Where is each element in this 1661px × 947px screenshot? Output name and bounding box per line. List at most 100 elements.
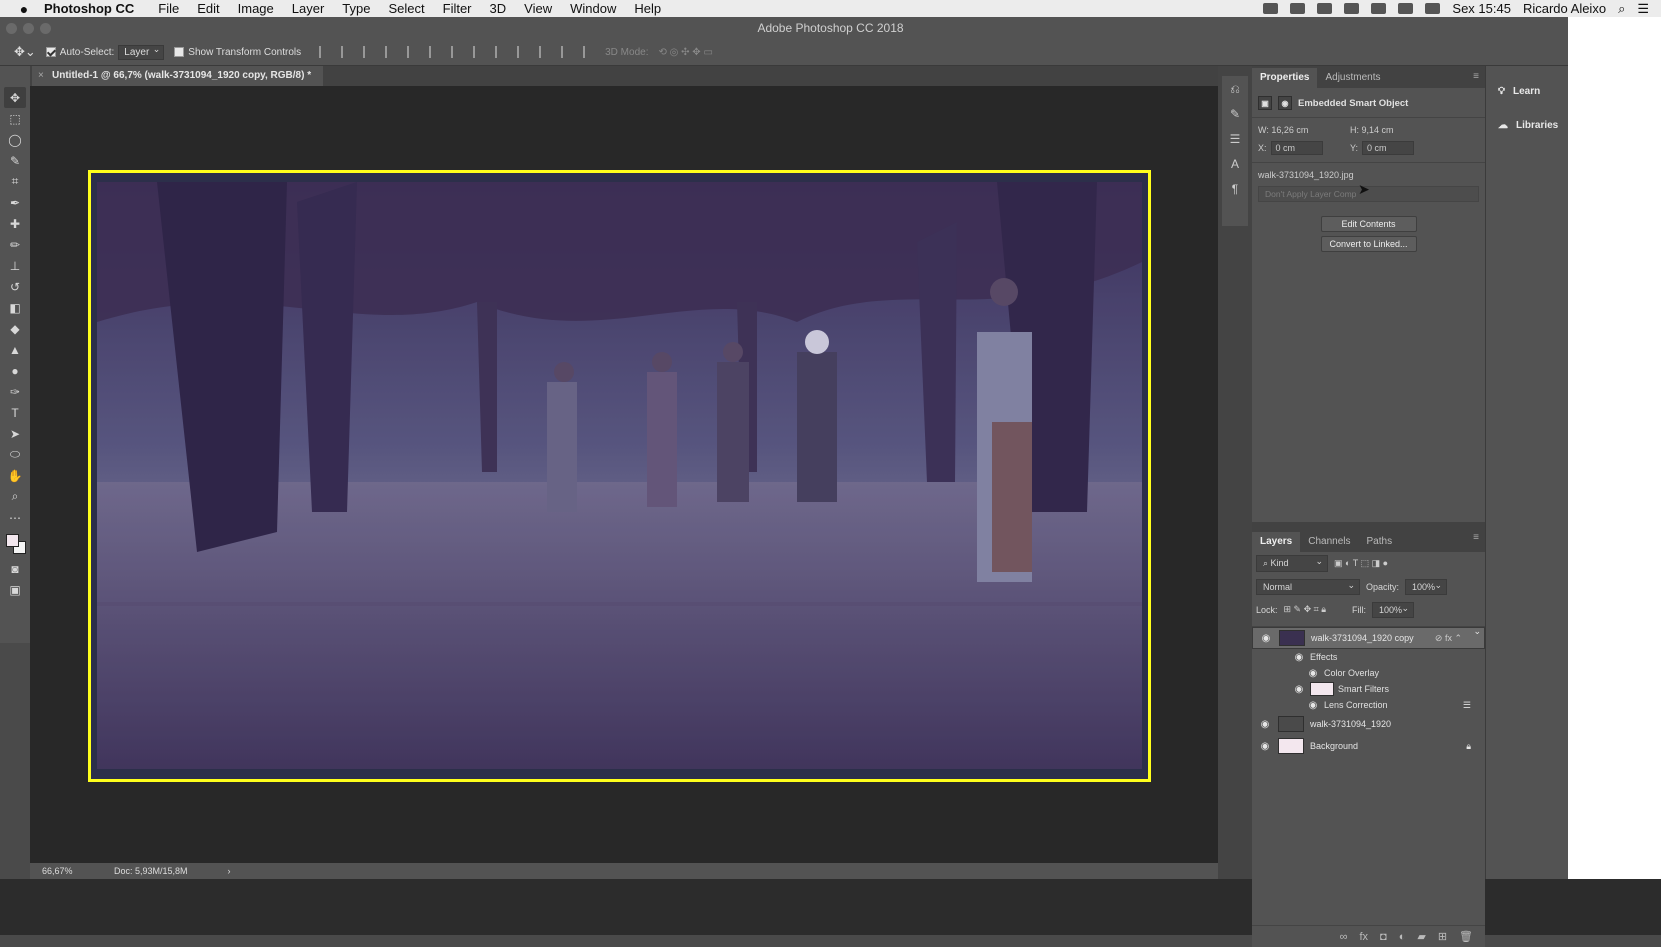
path-selection-tool-icon[interactable]: ➤ (4, 423, 26, 444)
crop-tool-icon[interactable]: ⌗ (4, 171, 26, 192)
lock-icons[interactable]: ⊞ ✎ ✥ ⌗ 🔒︎ (1284, 604, 1326, 615)
auto-align-icon[interactable] (583, 46, 595, 58)
clone-stamp-tool-icon[interactable]: ⊥ (4, 255, 26, 276)
align-right-icon[interactable] (429, 46, 441, 58)
menu-help[interactable]: Help (634, 1, 661, 16)
lock-icon[interactable]: 🔒︎ (1466, 741, 1471, 752)
canvas-area[interactable] (30, 86, 1218, 863)
creative-cloud-icon[interactable] (1344, 3, 1360, 14)
zoom-tool-icon[interactable]: ⌕ (4, 486, 26, 507)
width-value[interactable]: W: 16,26 cm (1258, 125, 1350, 135)
history-brush-tool-icon[interactable]: ↺ (4, 276, 26, 297)
cloud-icon[interactable] (1317, 3, 1333, 14)
lens-correction-eye-icon[interactable]: ◉ (1306, 700, 1320, 711)
close-window-button[interactable] (6, 23, 17, 34)
ellipse-tool-icon[interactable]: ⬭ (4, 444, 26, 465)
mask-icon[interactable]: ◉ (1278, 96, 1292, 110)
menu-image[interactable]: Image (238, 1, 274, 16)
fx-icon[interactable]: fx (1359, 931, 1368, 943)
distribute-bottom-icon[interactable] (495, 46, 507, 58)
menu-layer[interactable]: Layer (292, 1, 325, 16)
align-hcenter-icon[interactable] (407, 46, 419, 58)
move-tool-preset-icon[interactable]: ✥⌄ (14, 44, 36, 60)
volume-icon[interactable] (1398, 3, 1414, 14)
learn-button[interactable]: 💡︎ Learn (1486, 74, 1568, 108)
zoom-window-button[interactable] (40, 23, 51, 34)
more-tools-icon[interactable]: ⋯ (4, 507, 26, 528)
layer-row-copy[interactable]: ◉ walk-3731094_1920 copy ⊘ fx ⌃ (1252, 626, 1485, 649)
layer-row-original[interactable]: ◉ walk-3731094_1920 (1252, 713, 1485, 735)
pen-tool-icon[interactable]: ✑ (4, 381, 26, 402)
new-layer-icon[interactable]: ⊞ (1438, 930, 1447, 943)
new-group-icon[interactable]: ▰ (1417, 930, 1425, 943)
show-transform-checkbox[interactable] (174, 47, 185, 57)
app-menu[interactable]: Photoshop CC (44, 1, 134, 16)
selected-layer-bounds[interactable] (88, 170, 1151, 782)
user-name[interactable]: Ricardo Aleixo (1523, 1, 1606, 16)
menu-window[interactable]: Window (570, 1, 616, 16)
brush-tool-icon[interactable]: ✏ (4, 234, 26, 255)
color-swatches[interactable] (4, 532, 26, 558)
distribute-left-icon[interactable] (517, 46, 529, 58)
distribute-hcenter-icon[interactable] (539, 46, 551, 58)
paragraph-panel-icon[interactable]: ¶ (1232, 182, 1238, 200)
filter-kind-dropdown[interactable]: ⌕ Kind (1256, 555, 1328, 572)
status-app-icon[interactable] (1263, 3, 1279, 14)
opacity-input[interactable]: 100% (1405, 578, 1448, 595)
tab-channels[interactable]: Channels (1300, 532, 1358, 552)
document-tab[interactable]: × Untitled-1 @ 66,7% (walk-3731094_1920 … (32, 66, 324, 86)
menu-filter[interactable]: Filter (443, 1, 472, 16)
align-left-icon[interactable] (385, 46, 397, 58)
align-vcenter-icon[interactable] (341, 46, 353, 58)
status-menu-arrow-icon[interactable]: › (228, 866, 231, 876)
character-panel-icon[interactable]: A (1231, 157, 1239, 175)
zoom-level[interactable]: 66,67% (42, 866, 102, 876)
history-panel-icon[interactable]: ⎌ (1230, 82, 1240, 100)
distribute-right-icon[interactable] (561, 46, 573, 58)
x-input[interactable]: 0 cm (1270, 141, 1323, 155)
menu-3d[interactable]: 3D (490, 1, 507, 16)
notification-center-icon[interactable]: ☰ (1637, 1, 1649, 17)
eyedropper-tool-icon[interactable]: ✒ (4, 192, 26, 213)
color-overlay-eye-icon[interactable]: ◉ (1306, 668, 1320, 679)
minimize-window-button[interactable] (23, 23, 34, 34)
libraries-button[interactable]: ☁ Libraries (1486, 108, 1568, 142)
menu-type[interactable]: Type (342, 1, 370, 16)
tab-adjustments[interactable]: Adjustments (1317, 68, 1388, 88)
distribute-vcenter-icon[interactable] (473, 46, 485, 58)
height-value[interactable]: H: 9,14 cm (1350, 125, 1442, 135)
quick-select-tool-icon[interactable]: ✎ (4, 150, 26, 171)
align-bottom-icon[interactable] (363, 46, 375, 58)
screen-mode-icon[interactable]: ▣ (4, 579, 26, 600)
wifi-icon[interactable] (1371, 3, 1387, 14)
foreground-color-swatch[interactable] (6, 534, 19, 547)
fill-input[interactable]: 100% (1372, 601, 1414, 618)
menu-select[interactable]: Select (388, 1, 424, 16)
convert-to-linked-button[interactable]: Convert to Linked... (1320, 236, 1417, 252)
lens-correction-row[interactable]: ◉ Lens Correction ☰ (1252, 697, 1485, 713)
marquee-tool-icon[interactable]: ⬚ (4, 108, 26, 129)
tab-paths[interactable]: Paths (1359, 532, 1401, 552)
delete-layer-icon[interactable]: 🗑︎ (1459, 930, 1473, 943)
visibility-eye-icon[interactable]: ◉ (1259, 633, 1273, 644)
effects-eye-icon[interactable]: ◉ (1292, 652, 1306, 663)
time-machine-icon[interactable] (1425, 3, 1441, 14)
menu-edit[interactable]: Edit (197, 1, 219, 16)
properties-menu-icon[interactable]: ≡ (1473, 71, 1479, 82)
menu-view[interactable]: View (524, 1, 552, 16)
color-overlay-row[interactable]: ◉ Color Overlay (1252, 665, 1485, 681)
link-layers-icon[interactable]: ∞ (1340, 931, 1348, 943)
visibility-eye-icon[interactable]: ◉ (1258, 719, 1272, 730)
dodge-tool-icon[interactable]: ● (4, 360, 26, 381)
tab-properties[interactable]: Properties (1252, 68, 1318, 88)
smart-filters-row[interactable]: ◉ Smart Filters (1252, 681, 1485, 697)
brush-panel-icon[interactable]: ✎ (1230, 107, 1240, 125)
edit-contents-button[interactable]: Edit Contents (1320, 216, 1417, 232)
apple-menu-icon[interactable]: ● (16, 1, 32, 17)
filter-options-icon[interactable]: ☰ (1463, 700, 1471, 711)
adjust-panel-icon[interactable]: ☰ (1230, 132, 1241, 150)
smart-filters-eye-icon[interactable]: ◉ (1292, 684, 1306, 695)
spotlight-icon[interactable]: ⌕ (1618, 1, 1625, 17)
type-tool-icon[interactable]: T (4, 402, 26, 423)
lasso-tool-icon[interactable]: ◯ (4, 129, 26, 150)
